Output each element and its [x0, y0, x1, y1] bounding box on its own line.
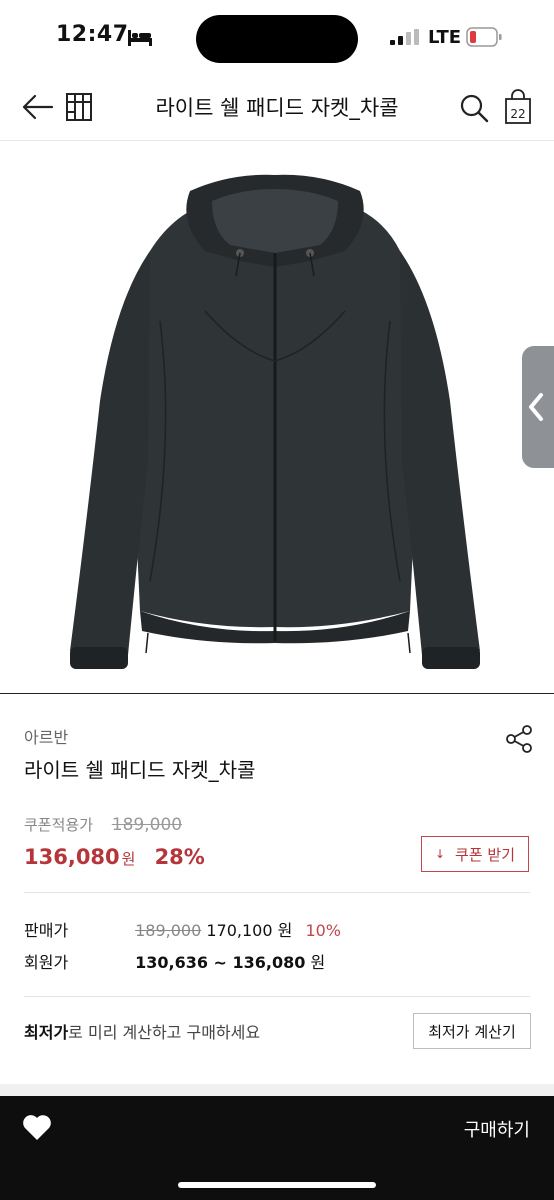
jacket-photo — [70, 174, 480, 669]
signal-icon — [390, 29, 419, 45]
lowest-price-hint-rest: 로 미리 계산하고 구매하세요 — [68, 1023, 261, 1042]
final-price: 136,080 원 28% — [24, 845, 205, 869]
chevron-left-icon — [529, 393, 543, 421]
sale-original-price: 189,000 — [135, 921, 202, 940]
final-price-unit: 원 — [121, 850, 136, 868]
divider — [24, 892, 530, 893]
share-icon[interactable] — [504, 724, 534, 754]
shopping-bag-icon: 22 — [505, 89, 531, 124]
get-coupon-label: 쿠폰 받기 — [455, 845, 516, 864]
status-time: 12:47 — [56, 22, 129, 47]
side-panel-tab[interactable] — [522, 346, 554, 468]
final-price-value: 136,080 — [24, 845, 120, 869]
buy-button[interactable]: 구매하기 — [464, 1116, 530, 1142]
lowest-price-hint: 최저가로 미리 계산하고 구매하세요 — [24, 1019, 260, 1043]
battery-icon — [466, 27, 502, 47]
sleep-bed-icon — [128, 30, 152, 46]
status-bar: 12:47 LTE — [0, 0, 554, 76]
bottom-purchase-bar: 구매하기 — [0, 1096, 554, 1200]
top-nav: 라이트 쉘 패디드 자켓_차콜 22 — [0, 76, 554, 141]
member-price-unit: 원 — [310, 953, 326, 972]
member-price-range: 130,636 ~ 136,080 — [135, 953, 306, 972]
cart-button[interactable]: 22 — [504, 89, 532, 125]
sale-price-label: 판매가 — [24, 921, 69, 940]
original-price: 189,000 — [111, 815, 183, 835]
cart-count: 22 — [510, 107, 525, 121]
brand-name[interactable]: 아르반 — [24, 724, 68, 748]
network-type: LTE — [428, 27, 462, 48]
sale-price-row: 판매가 189,000 170,100 원 10% — [24, 917, 341, 941]
back-arrow-icon[interactable] — [20, 92, 54, 122]
member-price-row: 회원가 130,636 ~ 136,080 원 — [24, 949, 325, 973]
discount-rate: 28% — [154, 845, 205, 869]
download-arrow-icon: ↓ — [434, 847, 446, 861]
coupon-price-label: 쿠폰적용가 — [24, 816, 94, 834]
home-logo-icon[interactable] — [65, 90, 93, 124]
lowest-price-hint-strong: 최저가 — [24, 1023, 69, 1042]
coupon-price-row: 쿠폰적용가 189,000 — [24, 814, 182, 835]
heart-icon[interactable] — [22, 1113, 52, 1141]
lowest-price-calculator-button[interactable]: 최저가 계산기 — [413, 1013, 531, 1049]
home-indicator — [178, 1182, 376, 1188]
search-icon[interactable] — [459, 93, 489, 123]
sale-price: 170,100 원 — [206, 921, 293, 940]
page-title: 라이트 쉘 패디드 자켓_차콜 — [155, 96, 399, 120]
divider — [24, 996, 530, 997]
sale-rate: 10% — [305, 921, 341, 940]
section-separator — [0, 1084, 554, 1096]
get-coupon-button[interactable]: ↓ 쿠폰 받기 — [421, 836, 529, 872]
product-image[interactable] — [0, 141, 554, 694]
product-name: 라이트 쉘 패디드 자켓_차콜 — [24, 758, 256, 782]
member-price-label: 회원가 — [24, 953, 69, 972]
dynamic-island — [196, 15, 358, 63]
